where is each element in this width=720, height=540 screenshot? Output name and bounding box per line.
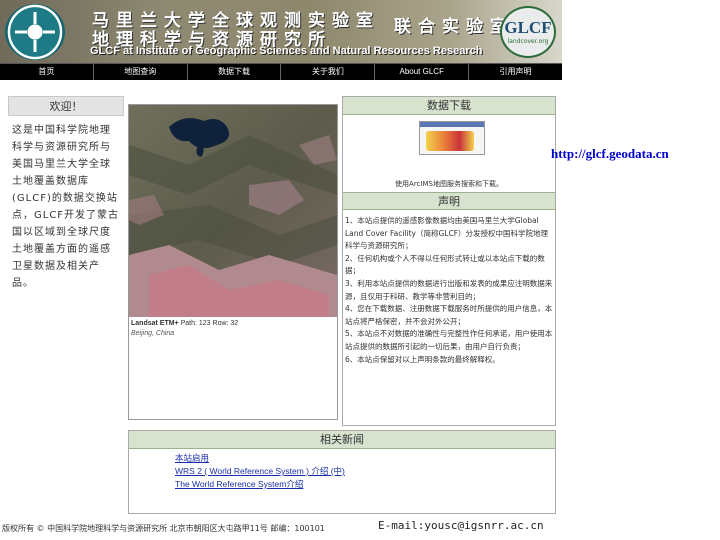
footer-address: 版权所有 © 中国科学院地理科学与资源研究所 北京市朝阳区大屯路甲11号 邮编：… <box>2 524 325 533</box>
welcome-text: 这是中国科学院地理科学与资源研究所与美国马里兰大学全球土地覆盖数据库(GLCF)… <box>12 125 120 289</box>
news-list: 本站启用 WRS 2 ( World Reference System ) 介绍… <box>129 449 555 491</box>
download-note: 使用ArcIMS地图服务搜索和下载。 <box>395 180 503 188</box>
statement-title: 声明 <box>343 192 555 210</box>
right-panel: 数据下载 使用ArcIMS地图服务搜索和下载。 声明 1、本站点提供的遥感影像数… <box>342 96 556 426</box>
news-title: 相关新闻 <box>129 431 555 449</box>
footer-email[interactable]: E-mail:yousc@igsnrr.ac.cn <box>378 519 544 532</box>
news-link[interactable]: WRS 2 ( World Reference System ) 介绍 (中) <box>175 465 555 478</box>
nav-citation[interactable]: 引用声明 <box>469 64 562 80</box>
title-en: GLCF at Institute of Geographic Sciences… <box>90 45 483 57</box>
nav-data-download[interactable]: 数据下载 <box>188 64 282 80</box>
welcome-title: 欢迎！ <box>8 96 124 116</box>
download-thumbnail[interactable] <box>419 121 485 155</box>
caption-path-row: Path: 123 Row: 32 <box>180 320 239 327</box>
cas-logo-icon <box>5 4 65 60</box>
news-link[interactable]: The World Reference System介绍 <box>175 478 555 491</box>
nav-map-query[interactable]: 地图查询 <box>94 64 188 80</box>
statement-item: 6、本站点保留对以上声明条款的最终解释权。 <box>345 354 500 364</box>
main-nav: 首页 地图查询 数据下载 关于我们 About GLCF 引用声明 <box>0 64 562 80</box>
thumbnail-window-bar <box>420 122 484 127</box>
nav-home[interactable]: 首页 <box>0 64 94 80</box>
glcf-logo-sub: landcover.org <box>507 38 549 45</box>
nav-about-glcf[interactable]: About GLCF <box>375 64 470 80</box>
title-cn-join: 联合实验室 <box>394 17 514 37</box>
thumbnail-map-icon <box>426 131 474 151</box>
satellite-image-box[interactable]: Landsat ETM+ Path: 123 Row: 32 Beijing, … <box>128 104 338 420</box>
header-banner: 马里兰大学全球观测实验室 联合实验室 地理科学与资源研究所 GLCF at In… <box>0 0 562 64</box>
nav-about-us[interactable]: 关于我们 <box>281 64 376 80</box>
landsat-image[interactable] <box>129 105 337 317</box>
statement-item: 1、本站点提供的遥感影像数据均由美国马里兰大学Global Land Cover… <box>345 216 549 251</box>
welcome-panel: 欢迎！ 这是中国科学院地理科学与资源研究所与美国马里兰大学全球土地覆盖数据库(G… <box>8 96 124 416</box>
statement-item: 5、本站点不对数据的准确性与完整性作任何承诺，用户使用本站点提供的数据所引起的一… <box>345 329 553 351</box>
statement-item: 3、利用本站点提供的数据进行出版和发表的成果应注明数据来源，且仅用于科研、教学等… <box>345 278 553 301</box>
glcf-logo-text: GLCF <box>504 18 552 37</box>
caption-place: Beijing, China <box>131 330 175 337</box>
news-panel: 相关新闻 本站启用 WRS 2 ( World Reference System… <box>128 430 556 514</box>
caption-sensor: Landsat ETM+ <box>131 320 179 327</box>
statement-item: 2、任何机构或个人不得以任何形式转让或以本站点下载的数据； <box>345 253 545 276</box>
glcf-logo[interactable]: GLCF landcover.org <box>500 6 556 58</box>
news-link[interactable]: 本站启用 <box>175 452 555 465</box>
satellite-caption: Landsat ETM+ Path: 123 Row: 32 Beijing, … <box>129 317 337 341</box>
url-overlay: http://glcf.geodata.cn <box>551 146 669 161</box>
download-title: 数据下载 <box>343 97 555 115</box>
statement-item: 4、您在下载数据、注册数据下载服务时所提供的用户信息，本站点将严格保密，并不会对… <box>345 304 553 326</box>
statement-body: 1、本站点提供的遥感影像数据均由美国马里兰大学Global Land Cover… <box>345 215 553 366</box>
